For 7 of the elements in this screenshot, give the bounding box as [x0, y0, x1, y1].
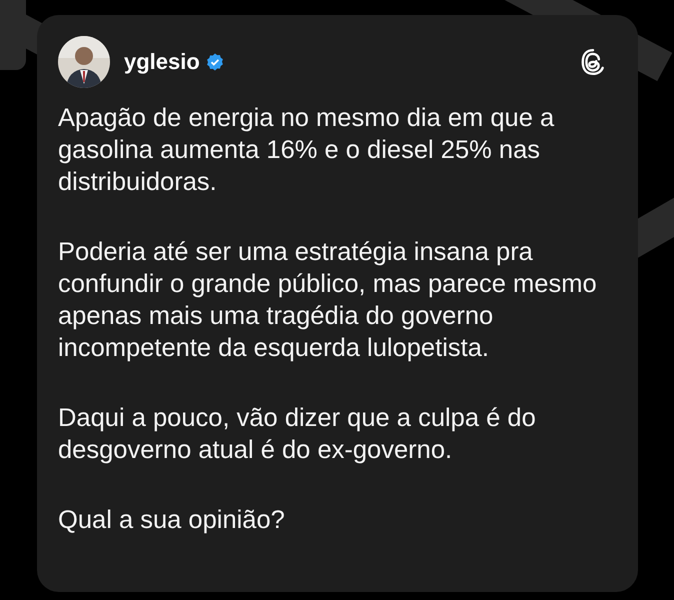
- threads-logo-icon[interactable]: [580, 48, 606, 76]
- post-paragraph: Apagão de energia no mesmo dia em que a gasolina aumenta 16% e o diesel 25% nas distribuidoras.: [58, 103, 556, 198]
- username[interactable]: yglesio: [124, 49, 200, 75]
- post-paragraph: Qual a sua opinião?: [58, 505, 286, 536]
- avatar[interactable]: [58, 36, 110, 88]
- post-paragraph: Daqui a pouco, vão dizer que a culpa é do desgoverno atual é do ex-governo.: [58, 403, 537, 466]
- post-paragraph: Poderia até ser uma estratégia insana pra confundir o grande público, mas parece mesmo apenas mais uma tragédia do governo incompetente da esquerda lulopetista.: [58, 237, 598, 364]
